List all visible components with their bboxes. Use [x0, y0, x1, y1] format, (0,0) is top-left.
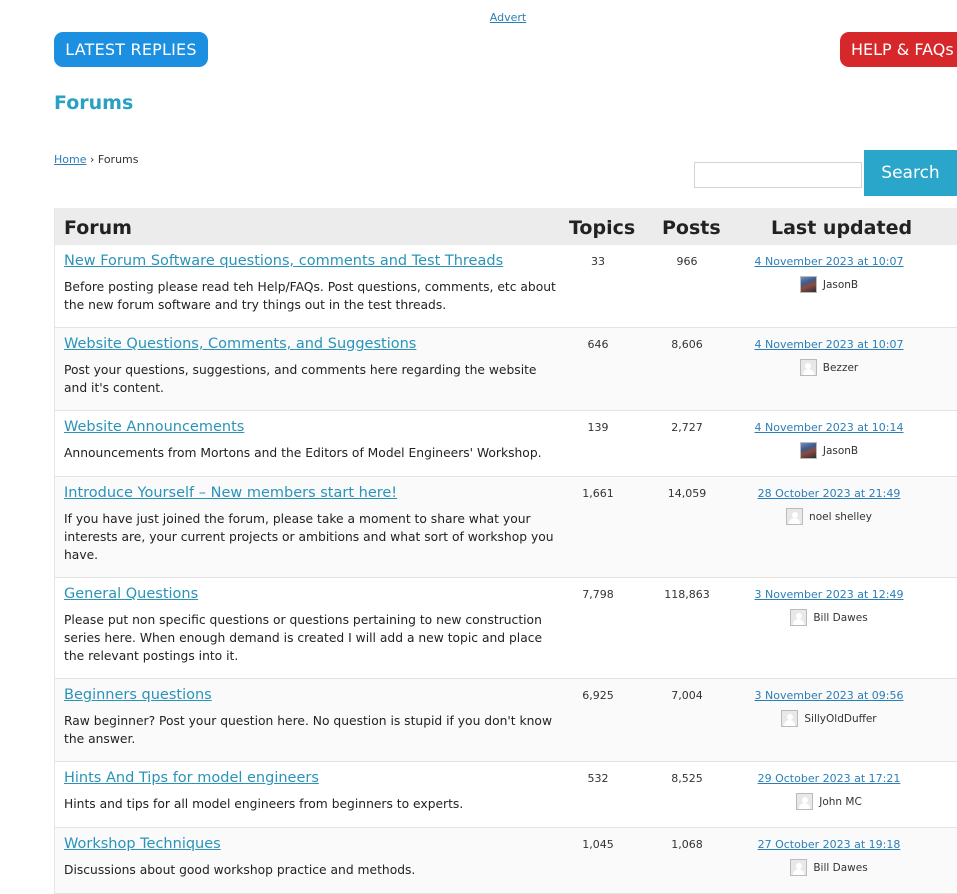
forum-posts-count: 8,606 — [671, 338, 703, 351]
last-poster-name[interactable]: SillyOldDuffer — [804, 713, 876, 725]
breadcrumb-separator: › — [89, 153, 95, 166]
avatar — [799, 276, 817, 293]
avatar — [790, 609, 808, 626]
forum-posts-count: 118,863 — [664, 588, 710, 601]
last-poster: Bill Dawes — [729, 859, 929, 876]
last-poster: John MC — [729, 793, 929, 810]
forum-row: Beginners questions Raw beginner? Post y… — [55, 679, 957, 762]
forum-table-header: Forum Topics Posts Last updated — [55, 208, 957, 245]
last-poster: noel shelley — [729, 508, 929, 525]
page-title: Forums — [54, 92, 134, 114]
last-poster: JasonB — [729, 276, 929, 293]
header-last-updated: Last updated — [771, 217, 913, 239]
forum-row: Workshop Techniques Discussions about go… — [55, 828, 957, 894]
forum-description: Hints and tips for all model engineers f… — [64, 797, 464, 811]
forum-topics-count: 6,925 — [582, 689, 614, 702]
avatar — [786, 508, 804, 525]
last-poster: JasonB — [729, 442, 929, 459]
avatar — [796, 793, 814, 810]
forum-title-link[interactable]: Website Announcements — [64, 419, 244, 435]
forum-title-link[interactable]: General Questions — [64, 586, 198, 602]
last-poster-name[interactable]: Bill Dawes — [813, 862, 867, 874]
last-poster-name[interactable]: JasonB — [823, 445, 858, 457]
last-updated-link[interactable]: 29 October 2023 at 17:21 — [729, 772, 929, 785]
search-input[interactable] — [694, 162, 862, 188]
forum-row: General Questions Please put non specifi… — [55, 578, 957, 679]
forum-topics-count: 7,798 — [582, 588, 614, 601]
forum-posts-count: 7,004 — [671, 689, 703, 702]
forum-row: Website Announcements Announcements from… — [55, 411, 957, 477]
forum-description: Please put non specific questions or que… — [64, 613, 543, 663]
last-poster-name[interactable]: Bezzer — [823, 362, 858, 374]
avatar — [781, 710, 799, 727]
forum-row: Introduce Yourself – New members start h… — [55, 477, 957, 578]
header-posts: Posts — [662, 217, 721, 239]
search-button[interactable]: Search — [864, 150, 957, 196]
forum-posts-count: 1,068 — [671, 838, 703, 851]
forum-row: Hints And Tips for model engineers Hints… — [55, 762, 957, 828]
last-updated-link[interactable]: 4 November 2023 at 10:14 — [729, 421, 929, 434]
forum-topics-count: 139 — [587, 421, 609, 434]
last-poster: SillyOldDuffer — [729, 710, 929, 727]
forum-table: Forum Topics Posts Last updated New Foru… — [54, 208, 957, 894]
forum-description: If you have just joined the forum, pleas… — [64, 512, 554, 562]
last-poster-name[interactable]: noel shelley — [809, 511, 872, 523]
forum-title-link[interactable]: Workshop Techniques — [64, 836, 221, 852]
forum-description: Raw beginner? Post your question here. N… — [64, 714, 553, 746]
last-poster-name[interactable]: Bill Dawes — [813, 612, 867, 624]
forum-topics-count: 646 — [587, 338, 609, 351]
last-updated-link[interactable]: 3 November 2023 at 09:56 — [729, 689, 929, 702]
forum-topics-count: 1,661 — [582, 487, 614, 500]
last-updated-link[interactable]: 4 November 2023 at 10:07 — [729, 338, 929, 351]
forum-row: Website Questions, Comments, and Suggest… — [55, 328, 957, 411]
advert: Advert — [0, 11, 957, 24]
avatar — [790, 859, 808, 876]
forum-topics-count: 1,045 — [582, 838, 614, 851]
forum-title-link[interactable]: Website Questions, Comments, and Suggest… — [64, 336, 416, 352]
last-updated-link[interactable]: 27 October 2023 at 19:18 — [729, 838, 929, 851]
forum-description: Before posting please read teh Help/FAQs… — [64, 280, 556, 312]
forum-posts-count: 966 — [676, 255, 698, 268]
avatar — [799, 359, 817, 376]
last-poster-name[interactable]: JasonB — [823, 279, 858, 291]
last-updated-link[interactable]: 4 November 2023 at 10:07 — [729, 255, 929, 268]
breadcrumb-current: Forums — [97, 153, 139, 166]
forum-title-link[interactable]: New Forum Software questions, comments a… — [64, 253, 503, 269]
latest-replies-button[interactable]: LATEST REPLIES — [54, 32, 208, 67]
forum-topics-count: 532 — [587, 772, 609, 785]
advert-link[interactable]: Advert — [490, 11, 526, 24]
avatar — [799, 442, 817, 459]
forum-topics-count: 33 — [591, 255, 605, 268]
forum-posts-count: 14,059 — [667, 487, 707, 500]
header-topics: Topics — [569, 217, 636, 239]
last-updated-link[interactable]: 28 October 2023 at 21:49 — [729, 487, 929, 500]
last-poster: Bezzer — [729, 359, 929, 376]
forum-title-link[interactable]: Beginners questions — [64, 687, 212, 703]
forum-row: New Forum Software questions, comments a… — [55, 245, 957, 328]
header-forum: Forum — [64, 217, 132, 239]
help-faqs-button[interactable]: HELP & FAQs — [840, 32, 957, 67]
breadcrumb-home-link[interactable]: Home — [54, 153, 86, 166]
last-poster: Bill Dawes — [729, 609, 929, 626]
forum-title-link[interactable]: Hints And Tips for model engineers — [64, 770, 319, 786]
last-poster-name[interactable]: John MC — [819, 796, 862, 808]
forum-description: Post your questions, suggestions, and co… — [64, 363, 537, 395]
breadcrumb: Home › Forums — [54, 153, 139, 166]
forum-posts-count: 8,525 — [671, 772, 703, 785]
forum-description: Discussions about good workshop practice… — [64, 863, 416, 877]
last-updated-link[interactable]: 3 November 2023 at 12:49 — [729, 588, 929, 601]
forum-description: Announcements from Mortons and the Edito… — [64, 446, 542, 460]
forum-posts-count: 2,727 — [671, 421, 703, 434]
forum-title-link[interactable]: Introduce Yourself – New members start h… — [64, 485, 397, 501]
